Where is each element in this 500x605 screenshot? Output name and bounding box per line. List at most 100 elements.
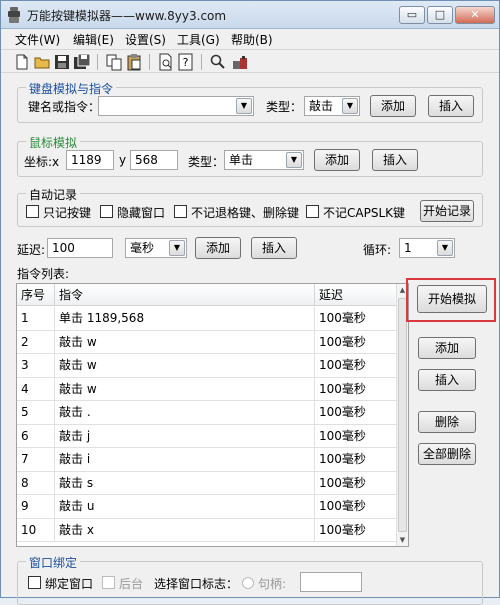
key-label: 键名或指令：: [28, 100, 101, 114]
delete-button[interactable]: 删除: [418, 411, 476, 433]
start-record-button[interactable]: 开始记录: [420, 200, 474, 222]
delay-unit-select[interactable]: 毫秒 ▼: [125, 238, 187, 258]
menu-help[interactable]: 帮助(B): [231, 31, 273, 48]
menu-settings[interactable]: 设置(S): [125, 31, 166, 48]
keyboard-group: 键盘模拟与指令 键名或指令： ▼ 类型： 敲击 ▼ 添加 插入: [17, 80, 483, 123]
cell-index: 6: [17, 424, 55, 448]
side-add-button[interactable]: 添加: [418, 337, 476, 359]
handle-radio[interactable]: [242, 577, 254, 589]
toolbar-separator: [149, 54, 150, 70]
menu-tools[interactable]: 工具(G): [177, 31, 220, 48]
background-checkbox[interactable]: [102, 576, 115, 589]
hide-window-checkbox[interactable]: [100, 205, 113, 218]
key-type-value: 敲击: [309, 99, 334, 113]
table-row[interactable]: 9 敲击 u 100毫秒: [17, 495, 397, 519]
column-header-command[interactable]: 指令: [55, 284, 315, 306]
key-add-button[interactable]: 添加: [370, 95, 416, 117]
cell-index: 10: [17, 518, 55, 542]
y-label: y: [119, 153, 127, 167]
toolbar: ?: [1, 49, 499, 73]
minimize-icon: ▭: [406, 8, 418, 21]
paste-icon[interactable]: [125, 53, 143, 71]
group-title: 自动记录: [26, 186, 81, 203]
scrollbar-thumb[interactable]: [398, 298, 407, 532]
bind-window-label: 绑定窗口: [45, 577, 94, 591]
no-backspace-checkbox[interactable]: [174, 205, 187, 218]
side-insert-button[interactable]: 插入: [418, 369, 476, 391]
group-title: 鼠标模拟: [26, 134, 81, 151]
window-title: 万能按键模拟器——www.8yy3.com: [27, 9, 227, 23]
menu-edit[interactable]: 编辑(E): [73, 31, 114, 48]
delay-add-button[interactable]: 添加: [195, 237, 241, 259]
group-title: 窗口绑定: [26, 554, 81, 571]
handle-input[interactable]: [300, 572, 362, 592]
chevron-down-icon[interactable]: ▼: [286, 152, 302, 168]
no-capslock-checkbox[interactable]: [306, 205, 319, 218]
table-row[interactable]: 3 敲击 w 100毫秒: [17, 354, 397, 378]
copy-icon[interactable]: [105, 53, 123, 71]
app-window: 万能按键模拟器——www.8yy3.com ▭ □ ✕ 文件(W) 编辑(E) …: [0, 0, 500, 605]
table-scrollbar[interactable]: ▲ ▼: [396, 284, 408, 546]
table-row[interactable]: 8 敲击 s 100毫秒: [17, 471, 397, 495]
delay-insert-button[interactable]: 插入: [251, 237, 297, 259]
y-input[interactable]: 568: [130, 150, 178, 170]
table-row[interactable]: 10 敲击 x 100毫秒: [17, 518, 397, 542]
maximize-icon: □: [434, 8, 446, 21]
menu-file[interactable]: 文件(W): [15, 31, 60, 48]
mouse-group: 鼠标模拟 坐标:x 1189 y 568 类型： 单击 ▼ 添加 插入: [17, 134, 483, 177]
delay-label: 延迟:: [17, 243, 46, 257]
chevron-down-icon[interactable]: ▼: [437, 240, 453, 256]
cell-delay: 100毫秒: [315, 518, 397, 542]
start-simulate-button[interactable]: 开始模拟: [417, 285, 487, 313]
table-row[interactable]: 1 单击 1189,568 100毫秒: [17, 307, 397, 331]
menu-bar: 文件(W) 编辑(E) 设置(S) 工具(G) 帮助(B): [1, 29, 499, 49]
delay-unit-value: 毫秒: [130, 241, 155, 255]
cell-index: 5: [17, 401, 55, 424]
table-row[interactable]: 2 敲击 w 100毫秒: [17, 330, 397, 354]
table-row[interactable]: 7 敲击 i 100毫秒: [17, 448, 397, 472]
print-preview-icon[interactable]: [157, 53, 175, 71]
only-keys-checkbox[interactable]: [26, 205, 39, 218]
key-select[interactable]: ▼: [98, 96, 254, 116]
record-icon[interactable]: [231, 53, 249, 71]
command-table[interactable]: 序号 指令 延迟 1 单击 1189,568 100毫秒 2 敲击 w 100毫…: [16, 283, 409, 547]
maximize-button[interactable]: □: [427, 6, 453, 24]
loop-select[interactable]: 1 ▼: [399, 238, 455, 258]
mouse-add-button[interactable]: 添加: [314, 149, 360, 171]
table-row[interactable]: 5 敲击 . 100毫秒: [17, 401, 397, 425]
cell-index: 7: [17, 448, 55, 471]
table-row[interactable]: 4 敲击 w 100毫秒: [17, 377, 397, 401]
delete-all-button[interactable]: 全部删除: [418, 443, 476, 465]
table-row[interactable]: 6 敲击 j 100毫秒: [17, 424, 397, 448]
toolbar-separator: [201, 54, 202, 70]
bind-window-checkbox[interactable]: [28, 576, 41, 589]
chevron-down-icon[interactable]: ▼: [169, 240, 185, 256]
key-insert-button[interactable]: 插入: [428, 95, 474, 117]
select-window-label: 选择窗口标志：: [154, 577, 239, 591]
cell-command: 敲击 x: [55, 518, 315, 542]
help-icon[interactable]: ?: [177, 53, 195, 71]
minimize-button[interactable]: ▭: [399, 6, 425, 24]
search-icon[interactable]: [209, 53, 227, 71]
column-header-index[interactable]: 序号: [17, 284, 55, 306]
autorecord-group: 自动记录 只记按键 隐藏窗口 不记退格键、删除键 不记CAPSLK键 开始记录: [17, 186, 483, 227]
mouse-insert-button[interactable]: 插入: [372, 149, 418, 171]
hide-window-label: 隐藏窗口: [117, 206, 166, 220]
x-input[interactable]: 1189: [66, 150, 114, 170]
column-header-delay[interactable]: 延迟: [315, 284, 397, 306]
new-file-icon[interactable]: [13, 53, 31, 71]
chevron-down-icon[interactable]: ▼: [236, 98, 252, 114]
delay-input[interactable]: 100: [47, 238, 113, 258]
key-type-select[interactable]: 敲击 ▼: [304, 96, 360, 116]
mouse-type-select[interactable]: 单击 ▼: [224, 150, 304, 170]
close-button[interactable]: ✕: [455, 6, 495, 24]
no-capslock-label: 不记CAPSLK键: [323, 206, 405, 220]
open-folder-icon[interactable]: [33, 53, 51, 71]
chevron-down-icon[interactable]: ▼: [342, 98, 358, 114]
title-bar[interactable]: 万能按键模拟器——www.8yy3.com ▭ □ ✕: [1, 1, 499, 29]
save-icon[interactable]: [53, 53, 71, 71]
cell-index: 1: [17, 307, 55, 330]
cell-index: 8: [17, 471, 55, 495]
save-as-icon[interactable]: [73, 53, 91, 71]
scroll-down-icon[interactable]: ▼: [397, 534, 408, 546]
